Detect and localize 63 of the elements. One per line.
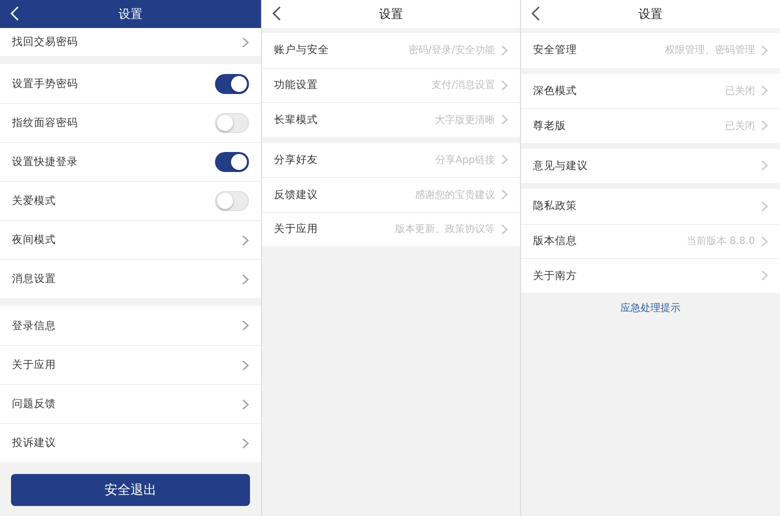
setting-label[interactable]: 设置快捷登录 [12,155,215,169]
chevron-right-icon [501,80,508,91]
setting-label[interactable]: 关于应用 [274,222,395,236]
setting-value: 大字版更清晰 [435,114,495,127]
chevron-right-icon [761,120,768,132]
setting-label[interactable]: 版本信息 [533,234,686,248]
setting-value: 支付/消息设置 [432,78,495,92]
setting-label[interactable]: 关爱模式 [12,194,215,208]
chevron-right-icon [242,36,249,48]
setting-label[interactable]: 消息设置 [12,272,242,286]
chevron-right-icon [761,200,768,212]
back-icon[interactable] [531,6,540,21]
chevron-right-icon [242,398,249,410]
toggle-switch[interactable] [215,113,249,133]
setting-value: 分享App链接 [435,154,495,167]
setting-value: 密码/登录/安全功能 [408,44,495,58]
setting-label[interactable]: 深色模式 [533,84,725,98]
setting-value: 权限管理、密码管理 [665,44,755,58]
chevron-right-icon [242,438,249,448]
setting-label[interactable]: 投诉建议 [12,436,242,450]
chevron-right-icon [501,189,508,200]
setting-label[interactable]: 反馈建议 [274,188,415,202]
setting-label[interactable]: 关于应用 [12,358,242,372]
setting-label[interactable]: 指纹面容密码 [12,116,215,130]
setting-label[interactable]: 安全管理 [533,43,665,58]
chevron-right-icon [501,44,508,56]
page-title: 设置 [118,6,142,22]
setting-label[interactable]: 设置手势密码 [12,76,215,90]
setting-label[interactable]: 分享好友 [274,152,436,167]
setting-label[interactable]: 功能设置 [274,78,432,92]
chevron-right-icon [761,85,768,96]
chevron-right-icon [242,274,249,284]
toggle-switch[interactable] [215,191,249,211]
chevron-right-icon [242,234,249,246]
toggle-switch[interactable] [215,74,249,94]
setting-label[interactable]: 登录信息 [12,318,242,332]
page-title: 设置 [638,6,662,22]
chevron-right-icon [761,44,768,56]
chevron-right-icon [242,320,249,331]
chevron-right-icon [501,224,508,235]
emergency-link[interactable]: 应急处理提示 [620,300,680,314]
chevron-right-icon [761,236,768,247]
logout-button[interactable]: 安全退出 [11,474,250,506]
page-title: 设置 [379,6,403,22]
back-icon[interactable] [272,6,281,21]
setting-label[interactable]: 隐私政策 [533,199,761,214]
setting-value: 已关闭 [725,120,755,133]
setting-label[interactable]: 长辈模式 [274,112,435,127]
toggle-switch[interactable] [215,152,249,172]
setting-value: 当前版本 8.8.0 [686,234,755,248]
chevron-right-icon [761,160,768,172]
setting-value: 感谢您的宝贵建议 [415,188,495,202]
setting-value: 版本更新、政策协议等 [395,222,495,236]
setting-label[interactable]: 关于南方 [533,268,761,283]
setting-label[interactable]: 夜间模式 [12,233,242,247]
setting-value: 已关闭 [725,84,755,98]
chevron-right-icon [501,114,508,126]
chevron-right-icon [242,360,249,370]
chevron-right-icon [761,270,768,282]
setting-label[interactable]: 账户与安全 [274,43,408,58]
setting-label[interactable]: 尊老版 [533,118,725,133]
setting-label[interactable]: 问题反馈 [12,397,242,411]
chevron-right-icon [501,154,508,166]
